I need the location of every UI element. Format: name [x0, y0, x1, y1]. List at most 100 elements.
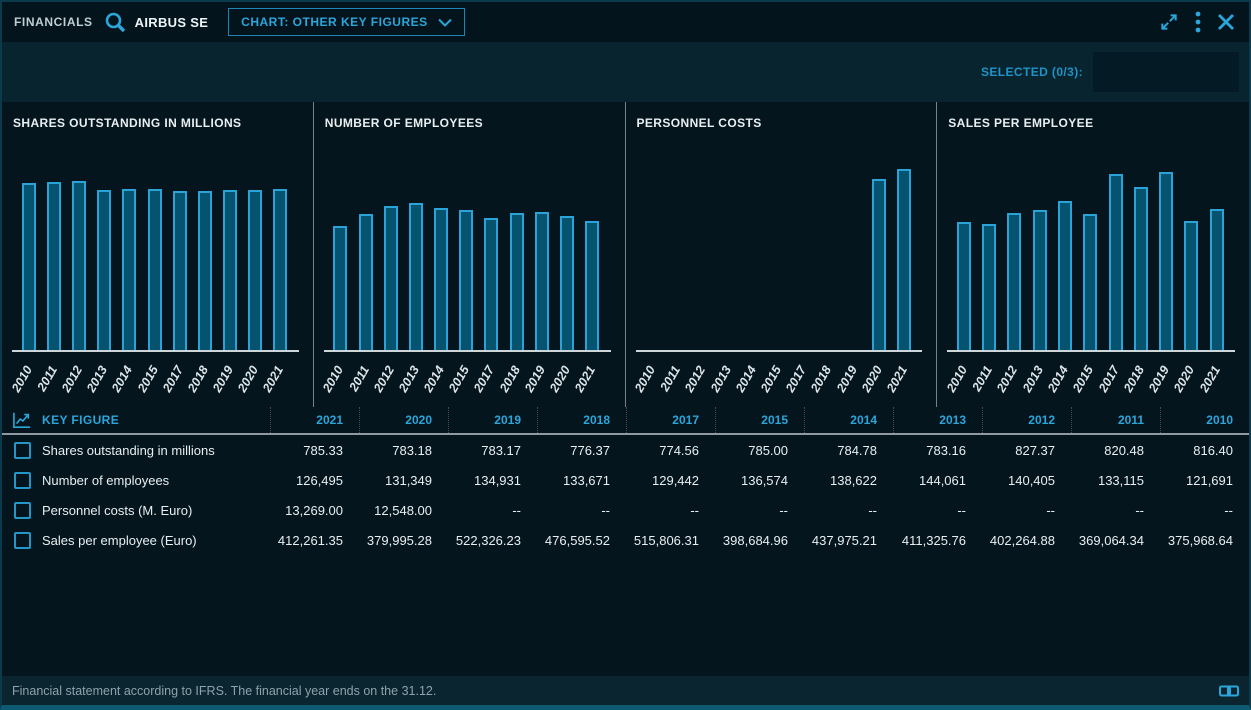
value-cell: 437,975.21: [804, 533, 893, 548]
value-cell: --: [715, 503, 804, 518]
key-figures-table: KEY FIGURE 20212020201920182017201520142…: [2, 407, 1249, 555]
value-cell: --: [626, 503, 715, 518]
table-row: Personnel costs (M. Euro)13,269.0012,548…: [2, 495, 1249, 525]
value-cell: 816.40: [1160, 443, 1249, 458]
bar-2015: [459, 210, 473, 351]
value-cell: 13,269.00: [270, 503, 359, 518]
value-cell: 12,548.00: [359, 503, 448, 518]
bar-2020: [248, 190, 262, 351]
value-cell: --: [893, 503, 982, 518]
chart-type-dropdown[interactable]: CHART: OTHER KEY FIGURES: [228, 8, 464, 36]
bar-2012: [72, 181, 86, 351]
table-header-row: KEY FIGURE 20212020201920182017201520142…: [2, 407, 1249, 435]
bar-2019: [535, 212, 549, 351]
value-cell: 785.00: [715, 443, 804, 458]
value-cell: 379,995.28: [359, 533, 448, 548]
table-row: Shares outstanding in millions785.33783.…: [2, 435, 1249, 465]
value-cell: 784.78: [804, 443, 893, 458]
chart-plot: [16, 145, 293, 351]
value-cell: 411,325.76: [893, 533, 982, 548]
expand-icon[interactable]: [1159, 12, 1179, 32]
instrument-name: AIRBUS SE: [135, 15, 209, 30]
row-checkbox[interactable]: [14, 502, 31, 519]
bar-2014: [1058, 201, 1072, 351]
x-axis-line: [636, 350, 923, 352]
x-axis-line: [12, 350, 299, 352]
selected-items-box[interactable]: [1093, 52, 1239, 92]
search-icon[interactable]: [103, 10, 127, 34]
row-checkbox[interactable]: [14, 472, 31, 489]
key-figure-header: KEY FIGURE: [42, 413, 270, 427]
value-cell: 121,691: [1160, 473, 1249, 488]
bar-2017: [484, 218, 498, 351]
chart-plot: [328, 145, 605, 351]
bar-2015: [148, 189, 162, 351]
row-checkbox[interactable]: [14, 532, 31, 549]
row-checkbox[interactable]: [14, 442, 31, 459]
value-cell: 126,495: [270, 473, 359, 488]
bar-2021: [1210, 209, 1224, 351]
bar-2011: [982, 224, 996, 351]
line-chart-icon: [2, 411, 42, 429]
bar-2017: [173, 191, 187, 351]
app-title: FINANCIALS: [14, 15, 93, 29]
key-figure-label: Personnel costs (M. Euro): [42, 503, 270, 518]
close-icon[interactable]: [1217, 13, 1235, 31]
bar-2013: [97, 190, 111, 351]
value-cell: 133,115: [1071, 473, 1160, 488]
value-cell: --: [537, 503, 626, 518]
charts-area: SHARES OUTSTANDING IN MILLIONS 201020112…: [2, 102, 1249, 407]
value-cell: 398,684.96: [715, 533, 804, 548]
row-checkbox-cell: [2, 532, 42, 549]
bar-2019: [223, 190, 237, 351]
kebab-menu-icon[interactable]: [1195, 11, 1201, 33]
value-cell: 820.48: [1071, 443, 1160, 458]
value-cell: 369,064.34: [1071, 533, 1160, 548]
value-cell: 375,968.64: [1160, 533, 1249, 548]
bar-2021: [585, 221, 599, 351]
value-cell: 402,264.88: [982, 533, 1071, 548]
value-cell: 138,622: [804, 473, 893, 488]
bar-2012: [384, 206, 398, 351]
x-axis-line: [947, 350, 1235, 352]
value-cell: 783.18: [359, 443, 448, 458]
value-cell: 785.33: [270, 443, 359, 458]
bar-2018: [198, 191, 212, 351]
value-cell: --: [1160, 503, 1249, 518]
footer-bar: Financial statement according to IFRS. T…: [2, 676, 1249, 705]
chart-xlabels: 2010201120122013201420152017201820192020…: [640, 354, 917, 404]
chart-type-dropdown-label: CHART: OTHER KEY FIGURES: [241, 15, 427, 29]
bar-2014: [122, 189, 136, 351]
chart-plot: [640, 145, 917, 351]
table-row: Sales per employee (Euro)412,261.35379,9…: [2, 525, 1249, 555]
value-cell: 827.37: [982, 443, 1071, 458]
value-cell: 136,574: [715, 473, 804, 488]
value-cell: 776.37: [537, 443, 626, 458]
key-figure-label: Number of employees: [42, 473, 270, 488]
chart-panel-number-of-employees: NUMBER OF EMPLOYEES 20102011201220132014…: [314, 102, 626, 407]
link-icon[interactable]: [1219, 685, 1239, 697]
chart-xlabels: 2010201120122013201420152017201820192020…: [951, 354, 1229, 404]
value-cell: 515,806.31: [626, 533, 715, 548]
row-checkbox-cell: [2, 502, 42, 519]
window-controls: [1159, 11, 1235, 33]
bar-2010: [957, 222, 971, 351]
bar-2011: [47, 182, 61, 351]
table-row: Number of employees126,495131,349134,931…: [2, 465, 1249, 495]
bar-2011: [359, 214, 373, 351]
key-figure-label: Shares outstanding in millions: [42, 443, 270, 458]
value-cell: 783.17: [448, 443, 537, 458]
value-cell: --: [982, 503, 1071, 518]
bar-2010: [333, 226, 347, 351]
bar-2015: [1083, 214, 1097, 351]
chart-title: SALES PER EMPLOYEE: [948, 116, 1093, 130]
bar-2021: [273, 189, 287, 351]
value-cell: --: [448, 503, 537, 518]
bar-2010: [22, 183, 36, 351]
value-cell: 476,595.52: [537, 533, 626, 548]
bar-2020: [1184, 221, 1198, 351]
chart-panel-shares-outstanding: SHARES OUTSTANDING IN MILLIONS 201020112…: [2, 102, 314, 407]
bar-2014: [434, 208, 448, 351]
bar-2019: [1159, 172, 1173, 351]
year-column-header-2018: 2018: [537, 407, 626, 433]
